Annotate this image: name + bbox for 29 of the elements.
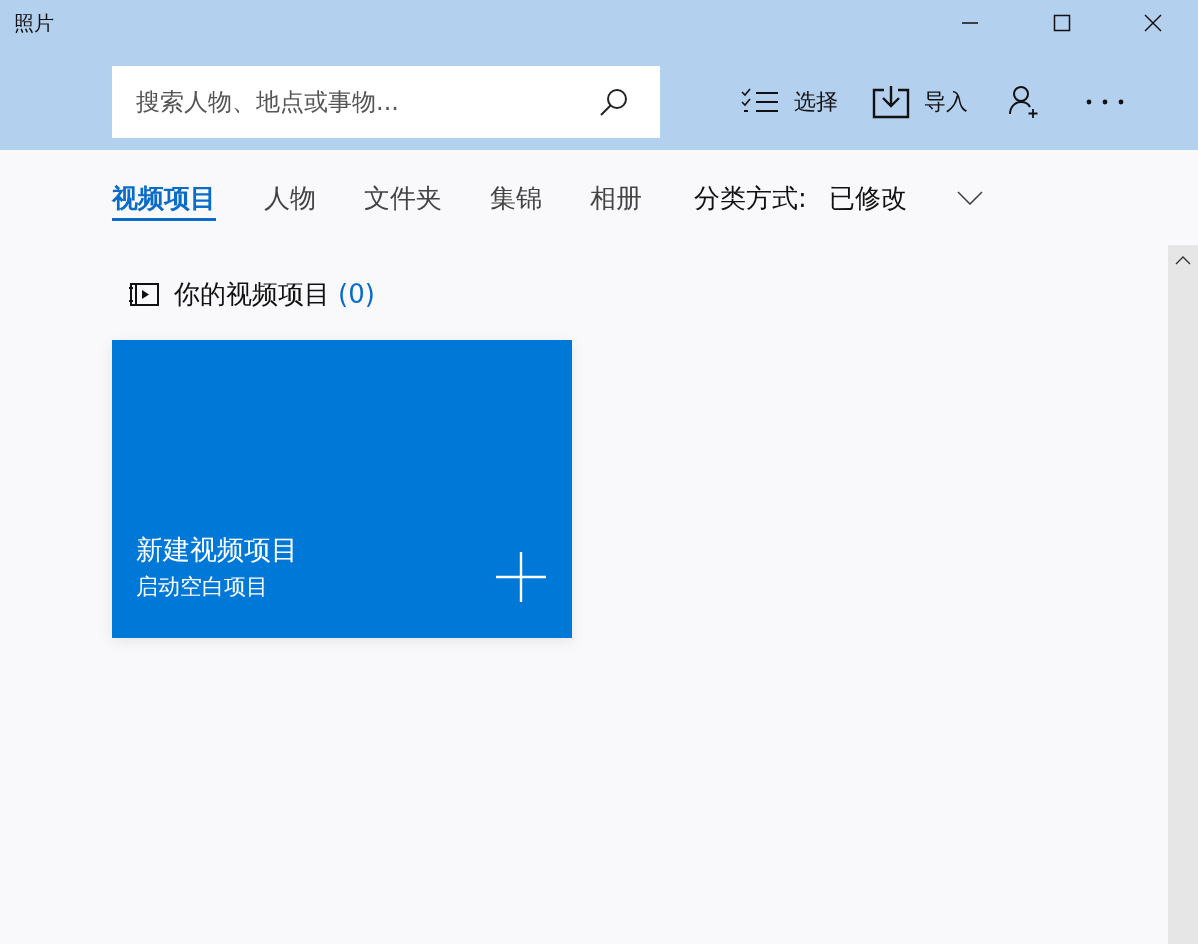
import-icon [872, 85, 910, 119]
section-title: 你的视频项目 [174, 277, 330, 311]
plus-icon [496, 552, 546, 602]
tab[interactable]: 视频项目 [112, 175, 216, 221]
tab[interactable]: 人物 [264, 175, 316, 221]
new-project-card[interactable]: 新建视频项目 启动空白项目 [112, 340, 572, 638]
window-title: 照片 [14, 9, 54, 37]
search-icon [598, 86, 630, 118]
card-subtitle: 启动空白项目 [136, 573, 268, 601]
sort-label: 分类方式: [694, 181, 807, 215]
sort-dropdown[interactable]: 已修改 [828, 180, 983, 216]
project-count: (0) [338, 279, 375, 309]
tab[interactable]: 集锦 [490, 175, 542, 221]
card-title: 新建视频项目 [136, 533, 298, 567]
minimize-icon [962, 22, 978, 24]
select-button[interactable]: 选择 [740, 87, 838, 117]
chevron-down-icon [956, 191, 983, 205]
tab[interactable]: 相册 [590, 175, 642, 221]
close-icon [1144, 14, 1162, 32]
video-project-icon [128, 280, 160, 308]
search-field[interactable]: 搜索人物、地点或事物... [112, 66, 582, 138]
tab[interactable]: 文件夹 [364, 175, 442, 221]
scroll-up-icon [1175, 255, 1191, 265]
person-add-icon [1008, 85, 1040, 119]
scrollbar[interactable] [1168, 245, 1198, 944]
search-button[interactable] [582, 66, 660, 138]
maximize-icon [1053, 14, 1071, 32]
more-icon [1086, 99, 1124, 105]
import-button[interactable]: 导入 [872, 85, 968, 119]
